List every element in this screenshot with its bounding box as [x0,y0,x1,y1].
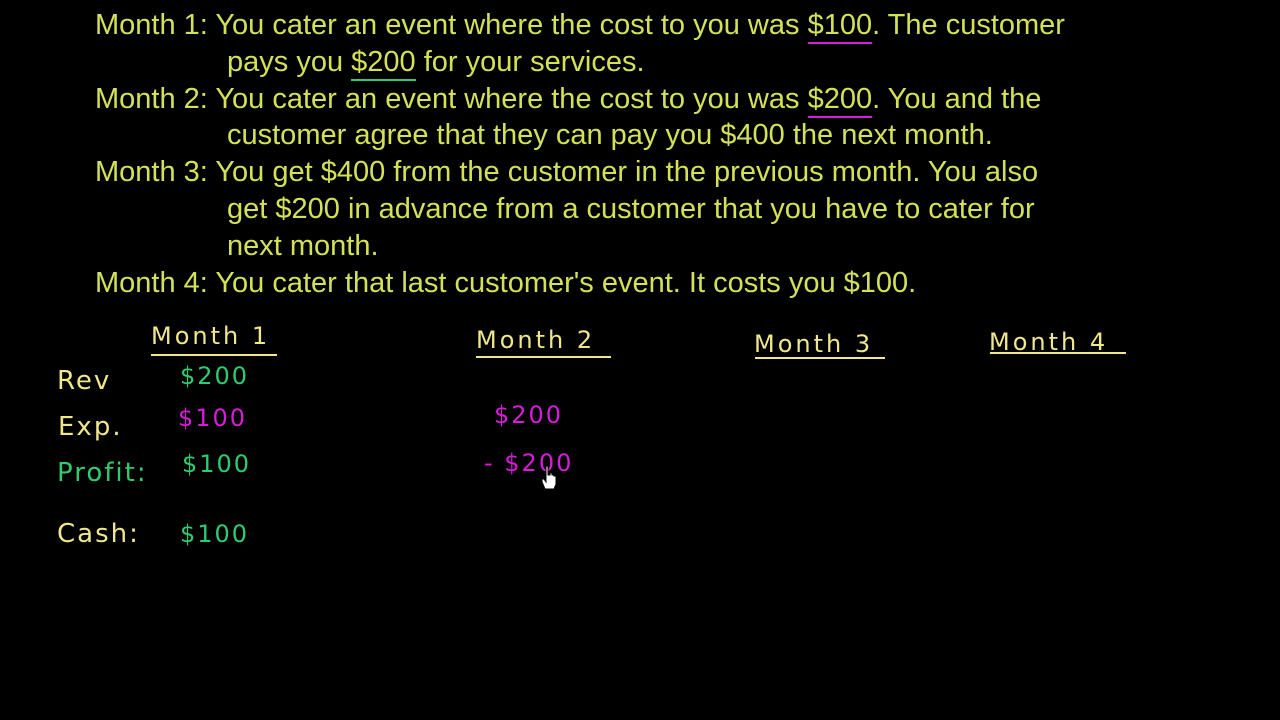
header-month-3-underline [755,357,885,359]
month1-cost-highlight: $100 [807,9,873,44]
month1-line2-lead: pays you [227,46,352,78]
month1-rev-value: $200 [180,362,250,390]
month2-exp-value: $200 [494,401,564,429]
header-month-1-underline [151,354,277,356]
month2-lead-text: Month 2: You cater an event where the co… [95,83,808,115]
month1-line1: Month 1: You cater an event where the co… [95,7,1065,44]
month4-line1: Month 4: You cater that last customer's … [95,267,917,299]
problem-statement: Month 1: You cater an event where the co… [0,0,1280,300]
month2-profit-value: - $200 [484,449,574,477]
month1-line2-tail: for your services. [415,46,645,78]
header-month-3: Month 3 [754,330,874,358]
month3-line3: next month. [227,230,379,262]
month2-line1: Month 2: You cater an event where the co… [95,81,1042,118]
row-label-profit: Profit: [57,458,148,488]
month2-cost-highlight: $200 [807,83,873,118]
month1-mid-text: . The customer [872,9,1065,41]
header-month-2: Month 2 [476,326,596,354]
header-month-2-underline [476,356,611,358]
month1-profit-value: $100 [182,450,252,478]
row-label-cash: Cash: [57,519,140,549]
month3-line1: Month 3: You get $400 from the customer … [95,156,1039,188]
month1-lead-text: Month 1: You cater an event where the co… [95,9,808,41]
month1-line2: pays you $200 for your services. [227,44,645,81]
month1-exp-value: $100 [178,404,248,432]
hand-pointer-icon [541,465,557,491]
header-month-4-underline [990,352,1126,354]
month1-paid-highlight: $200 [351,46,416,81]
row-label-rev: Rev [57,366,112,396]
month2-line2: customer agree that they can pay you $40… [227,119,993,151]
month1-cash-value: $100 [180,520,250,548]
row-label-exp: Exp. [58,412,123,442]
header-month-1: Month 1 [151,322,271,350]
month3-line2: get $200 in advance from a customer that… [227,193,1035,225]
month2-mid-text: . You and the [872,83,1042,115]
